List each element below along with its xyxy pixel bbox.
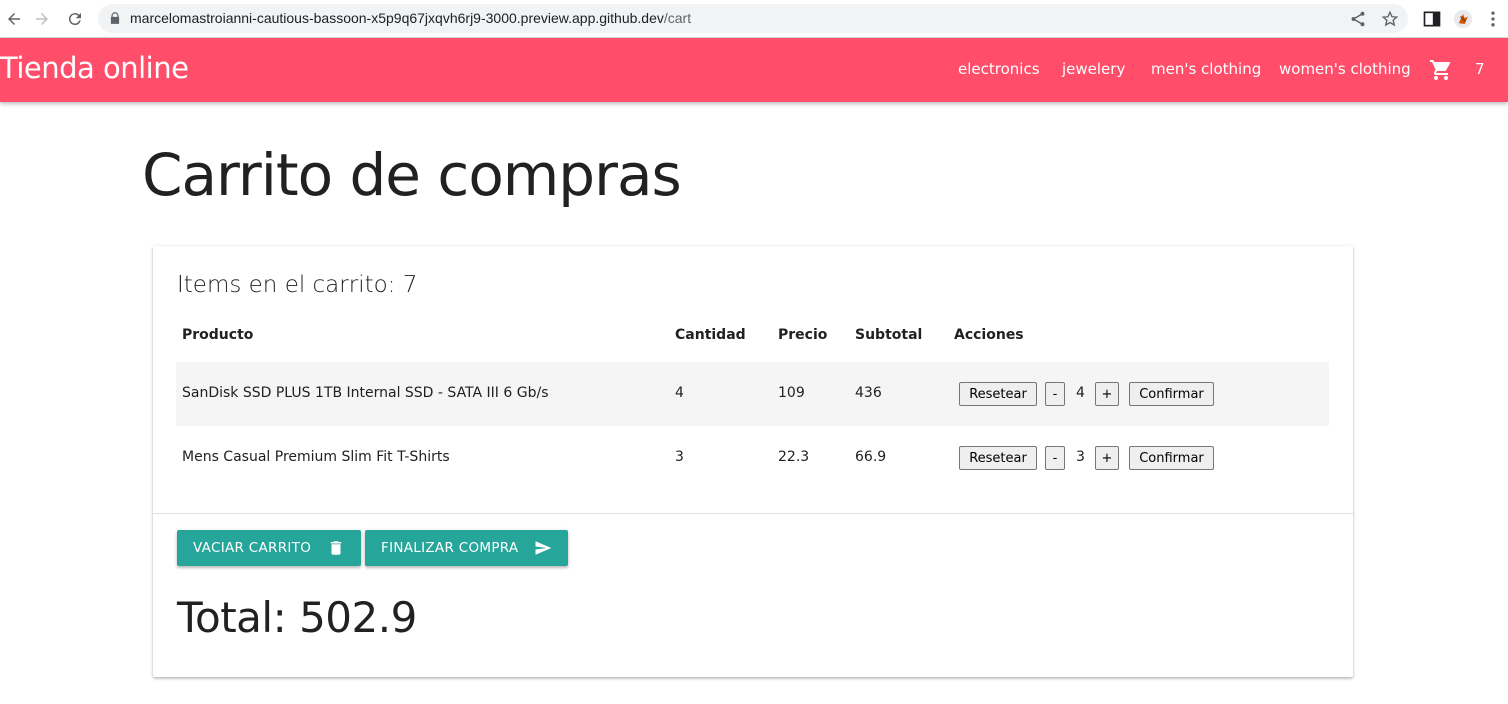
- browser-toolbar: marcelomastroianni-cautious-bassoon-x5p9…: [0, 0, 1508, 38]
- brand-logo[interactable]: Tienda online: [0, 51, 189, 85]
- product-price: 109: [778, 385, 805, 401]
- trash-icon: [330, 541, 342, 555]
- column-header-product: Producto: [182, 327, 254, 343]
- product-name: Mens Casual Premium Slim Fit T-Shirts: [182, 449, 450, 465]
- reset-button[interactable]: Resetear: [959, 382, 1037, 406]
- product-quantity: 3: [675, 449, 684, 465]
- column-header-actions: Acciones: [954, 327, 1024, 343]
- quantity-counter: 4: [1076, 385, 1085, 401]
- star-icon[interactable]: [1381, 10, 1399, 28]
- sidepanel-icon[interactable]: [1422, 9, 1442, 29]
- cart-total: Total: 502.9: [177, 593, 417, 642]
- url-text: marcelomastroianni-cautious-bassoon-x5p9…: [130, 10, 692, 26]
- table-row: SanDisk SSD PLUS 1TB Internal SSD - SATA…: [176, 362, 1329, 426]
- quantity-counter: 3: [1076, 449, 1085, 465]
- cart-items-count: Items en el carrito: 7: [177, 272, 418, 298]
- back-icon[interactable]: [2, 7, 26, 31]
- send-icon: [535, 541, 552, 555]
- lock-icon[interactable]: [108, 11, 122, 25]
- reload-icon[interactable]: [63, 7, 87, 31]
- column-header-subtotal: Subtotal: [855, 327, 923, 343]
- confirm-button[interactable]: Confirmar: [1129, 446, 1214, 470]
- card-divider: [153, 513, 1353, 514]
- reset-button[interactable]: Resetear: [959, 446, 1037, 470]
- column-header-quantity: Cantidad: [675, 327, 746, 343]
- product-quantity: 4: [675, 385, 684, 401]
- product-subtotal: 66.9: [855, 449, 887, 465]
- menu-icon[interactable]: [1483, 9, 1503, 29]
- column-header-price: Precio: [778, 327, 828, 343]
- page-title: Carrito de compras: [142, 141, 682, 209]
- checkout-label: FINALIZAR COMPRA: [381, 540, 519, 556]
- forward-icon[interactable]: [30, 7, 54, 31]
- decrement-button[interactable]: -: [1045, 446, 1065, 470]
- confirm-button[interactable]: Confirmar: [1129, 382, 1214, 406]
- app-navbar: Tienda online electronics jewelery men's…: [0, 38, 1508, 102]
- nav-link-electronics[interactable]: electronics: [958, 60, 1040, 78]
- cart-count-badge[interactable]: 7: [1475, 60, 1485, 78]
- decrement-button[interactable]: -: [1045, 382, 1065, 406]
- extension-icon[interactable]: [1453, 9, 1473, 29]
- table-row: Mens Casual Premium Slim Fit T-Shirts 3 …: [176, 426, 1329, 490]
- empty-cart-label: VACIAR CARRITO: [193, 540, 312, 556]
- product-subtotal: 436: [855, 385, 882, 401]
- increment-button[interactable]: +: [1095, 446, 1119, 470]
- cart-card: Items en el carrito: 7 Producto Cantidad…: [153, 246, 1353, 677]
- nav-link-womens-clothing[interactable]: women's clothing: [1279, 60, 1411, 78]
- nav-link-mens-clothing[interactable]: men's clothing: [1151, 60, 1261, 78]
- increment-button[interactable]: +: [1095, 382, 1119, 406]
- checkout-button[interactable]: FINALIZAR COMPRA: [365, 530, 569, 566]
- nav-link-jewelery[interactable]: jewelery: [1062, 60, 1125, 78]
- product-price: 22.3: [778, 449, 810, 465]
- address-bar[interactable]: marcelomastroianni-cautious-bassoon-x5p9…: [98, 4, 1408, 33]
- share-icon[interactable]: [1349, 10, 1367, 28]
- product-name: SanDisk SSD PLUS 1TB Internal SSD - SATA…: [182, 385, 549, 401]
- shopping-cart-icon[interactable]: [1429, 58, 1453, 82]
- empty-cart-button[interactable]: VACIAR CARRITO: [177, 530, 362, 566]
